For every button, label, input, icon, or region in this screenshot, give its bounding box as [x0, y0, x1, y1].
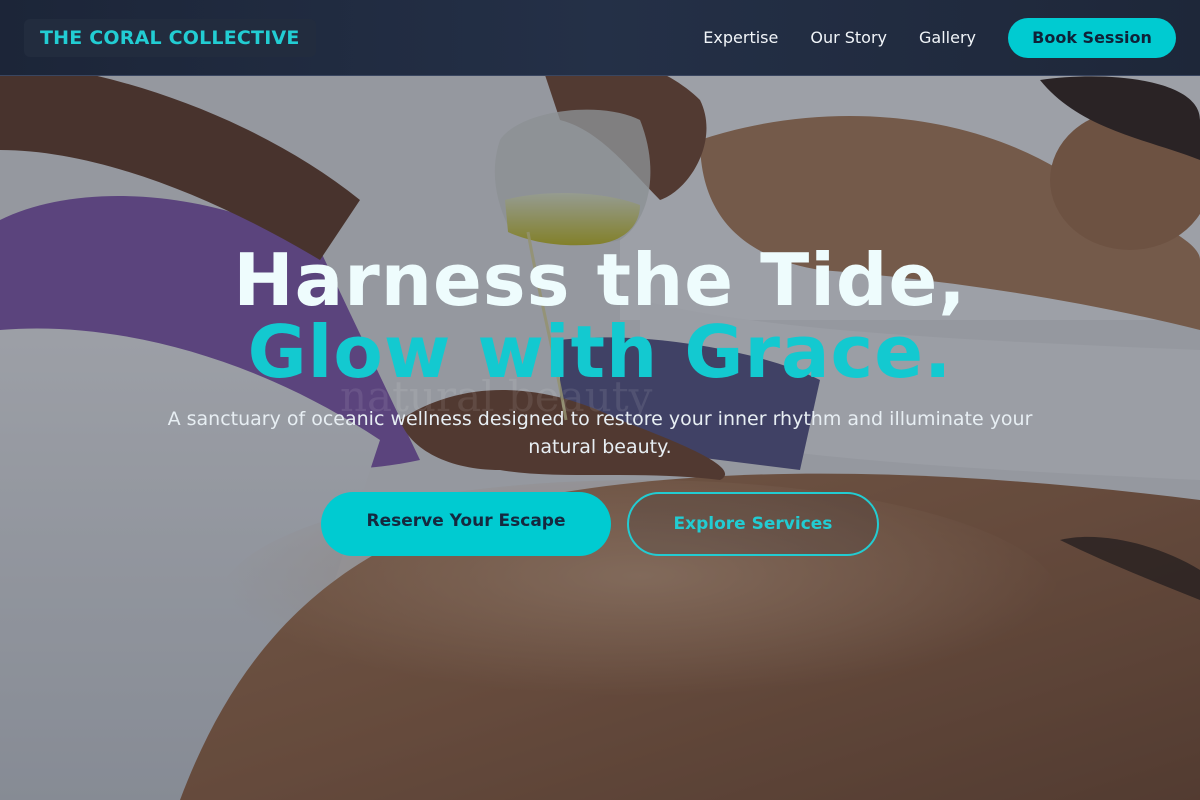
- reserve-escape-button[interactable]: Reserve Your Escape: [321, 492, 611, 556]
- explore-services-button[interactable]: Explore Services: [627, 492, 879, 556]
- main-nav: Expertise Our Story Gallery Book Session: [703, 17, 1176, 58]
- hero-subtitle: A sanctuary of oceanic wellness designed…: [167, 408, 1033, 458]
- book-session-button[interactable]: Book Session: [1008, 17, 1176, 58]
- brand-logo[interactable]: THE CORAL COLLECTIVE: [24, 18, 316, 57]
- nav-link-gallery[interactable]: Gallery: [919, 28, 976, 47]
- top-navigation: THE CORAL COLLECTIVE Expertise Our Story…: [0, 0, 1200, 76]
- hero-headline-line2: Glow with Grace.: [247, 310, 953, 394]
- hero-content: natural beauty Harness the Tide, Glow wi…: [0, 0, 1200, 800]
- nav-link-expertise[interactable]: Expertise: [703, 28, 778, 47]
- nav-link-our-story[interactable]: Our Story: [810, 28, 887, 47]
- hero-headline-line1: Harness the Tide,: [233, 238, 967, 322]
